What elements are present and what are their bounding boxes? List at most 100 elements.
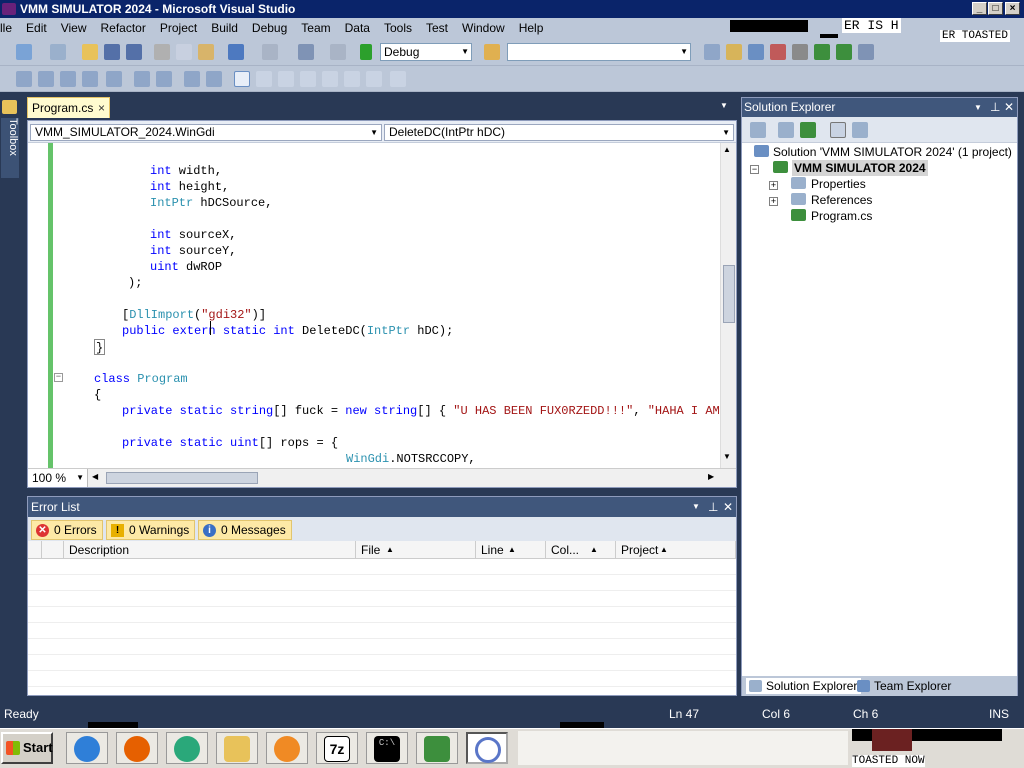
tree-solution[interactable]: Solution 'VMM SIMULATOR 2024' (1 project… — [773, 144, 1012, 160]
menu-help[interactable]: Help — [512, 18, 551, 38]
tree-properties[interactable]: Properties — [811, 176, 866, 192]
vertical-scrollbar[interactable]: ▲ ▼ — [720, 143, 736, 468]
messages-filter-button[interactable]: i 0 Messages — [198, 520, 292, 540]
menu-refactor[interactable]: Refactor — [94, 18, 153, 38]
tree-references[interactable]: References — [811, 192, 872, 208]
redo-icon[interactable] — [262, 44, 278, 60]
tree-project[interactable]: VMM SIMULATOR 2024 — [792, 160, 928, 176]
toolbox-tab[interactable]: Toolbox — [1, 118, 19, 178]
taskbar-visual-studio[interactable] — [466, 732, 508, 764]
solution-explorer-icon[interactable] — [704, 44, 720, 60]
scroll-left-icon[interactable]: ◀ — [92, 472, 98, 481]
warnings-filter-button[interactable]: ! 0 Warnings — [106, 520, 196, 540]
start-button[interactable]: Start — [1, 732, 53, 764]
next-bookmark-icon[interactable] — [278, 71, 294, 87]
close-icon[interactable]: × — [98, 98, 105, 118]
undo-icon[interactable] — [228, 44, 244, 60]
previous-bookmark-icon[interactable] — [256, 71, 272, 87]
new-project-icon[interactable] — [16, 44, 32, 60]
toolbox-icon[interactable] — [770, 44, 786, 60]
add-item-icon[interactable] — [50, 44, 66, 60]
menu-data[interactable]: Data — [338, 18, 377, 38]
menu-edit[interactable]: Edit — [19, 18, 54, 38]
quick-info-icon[interactable] — [60, 71, 76, 87]
navigate-backward-icon[interactable] — [298, 44, 314, 60]
scroll-thumb[interactable] — [723, 265, 735, 323]
tree-program-cs[interactable]: Program.cs — [811, 208, 872, 224]
menu-view[interactable]: View — [54, 18, 94, 38]
tab-solution-explorer[interactable]: Solution Explorer — [746, 678, 862, 694]
taskbar-ie[interactable] — [66, 732, 108, 764]
column-col[interactable]: Col... ▲ — [546, 541, 616, 559]
object-browser-icon[interactable] — [748, 44, 764, 60]
comment-lines-icon[interactable] — [184, 71, 200, 87]
properties-window-icon[interactable] — [726, 44, 742, 60]
taskbar-explorer[interactable] — [216, 732, 258, 764]
next-bookmark-folder-icon[interactable] — [322, 71, 338, 87]
previous-bookmark-doc-icon[interactable] — [344, 71, 360, 87]
tab-program-cs[interactable]: Program.cs × — [27, 97, 110, 118]
class-diagram-icon[interactable] — [852, 122, 868, 138]
pin-icon[interactable]: ⊥ — [990, 98, 1000, 117]
close-icon[interactable]: ✕ — [723, 497, 733, 517]
scroll-right-icon[interactable]: ▶ — [708, 472, 714, 481]
previous-bookmark-folder-icon[interactable] — [300, 71, 316, 87]
chevron-down-icon[interactable]: ▼ — [692, 497, 700, 517]
column-project[interactable]: Project ▲ — [616, 541, 736, 559]
taskbar-7zip[interactable]: 7z — [316, 732, 358, 764]
parameter-info-icon[interactable] — [38, 71, 54, 87]
expand-icon[interactable]: + — [769, 181, 778, 190]
column-file[interactable]: File ▲ — [356, 541, 476, 559]
code-editor[interactable]: VMM_SIMULATOR_2024.WinGdi ▼ DeleteDC(IntP… — [27, 120, 737, 488]
collapse-icon[interactable]: − — [750, 165, 759, 174]
copy-icon[interactable] — [176, 44, 192, 60]
show-all-files-icon[interactable] — [778, 122, 794, 138]
scroll-down-icon[interactable]: ▼ — [723, 452, 731, 461]
taskbar-cmd[interactable]: C:\ — [366, 732, 408, 764]
horizontal-scrollbar[interactable]: 100 % ▼ ◀ ▶ — [28, 468, 736, 487]
scroll-up-icon[interactable]: ▲ — [723, 145, 731, 154]
properties-icon[interactable] — [750, 122, 766, 138]
expand-icon[interactable]: + — [769, 197, 778, 206]
next-bookmark-doc-icon[interactable] — [366, 71, 382, 87]
find-combo[interactable]: ▼ — [507, 43, 691, 61]
navigate-forward-icon[interactable] — [330, 44, 346, 60]
menu-debug[interactable]: Debug — [245, 18, 294, 38]
taskbar-firefox[interactable] — [116, 732, 158, 764]
cut-icon[interactable] — [154, 44, 170, 60]
increase-indent-icon[interactable] — [156, 71, 172, 87]
extension-icon[interactable] — [814, 44, 830, 60]
collapse-region-icon[interactable]: − — [54, 373, 63, 382]
code-area[interactable]: int width, int height, IntPtr hDCSource,… — [28, 143, 720, 468]
menu-build[interactable]: Build — [204, 18, 245, 38]
close-window-button[interactable]: × — [1005, 2, 1020, 15]
refresh-icon[interactable] — [800, 122, 816, 138]
errors-filter-button[interactable]: ✕ 0 Errors — [31, 520, 103, 540]
column-description[interactable]: Description — [64, 541, 356, 559]
chevron-down-icon[interactable]: ▼ — [720, 101, 728, 110]
menu-team[interactable]: Team — [294, 18, 337, 38]
chevron-down-icon[interactable]: ▼ — [974, 98, 982, 117]
scroll-thumb[interactable] — [106, 472, 258, 484]
command-window-icon[interactable] — [858, 44, 874, 60]
close-icon[interactable]: ✕ — [1004, 98, 1014, 117]
open-folder-icon[interactable] — [82, 44, 98, 60]
taskbar-media-player[interactable] — [266, 732, 308, 764]
configuration-select[interactable]: Debug ▼ — [380, 43, 472, 61]
menu-tools[interactable]: Tools — [377, 18, 419, 38]
tab-team-explorer[interactable]: Team Explorer — [854, 678, 951, 694]
taskbar-taskmgr[interactable] — [416, 732, 458, 764]
save-all-icon[interactable] — [126, 44, 142, 60]
menu-window[interactable]: Window — [455, 18, 512, 38]
menu-test[interactable]: Test — [419, 18, 455, 38]
taskbar-messenger[interactable] — [166, 732, 208, 764]
menu-file[interactable]: lle — [0, 18, 19, 38]
menu-project[interactable]: Project — [153, 18, 204, 38]
toggle-bookmark-icon[interactable] — [234, 71, 250, 87]
display-object-member-icon[interactable] — [16, 71, 32, 87]
minimize-button[interactable]: _ — [972, 2, 987, 15]
save-icon[interactable] — [104, 44, 120, 60]
start-page-icon[interactable] — [836, 44, 852, 60]
maximize-button[interactable]: □ — [988, 2, 1003, 15]
tools-icon[interactable] — [792, 44, 808, 60]
